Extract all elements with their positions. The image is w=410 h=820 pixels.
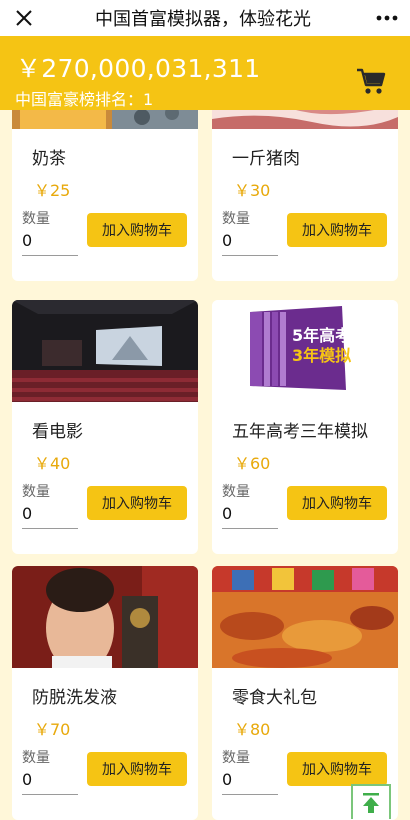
more-dots-icon[interactable] bbox=[368, 0, 406, 36]
product-card-snacks: 零食大礼包 ￥80 数量 加入购物车 bbox=[212, 566, 398, 820]
product-price: ￥60 bbox=[234, 454, 271, 473]
product-price: ￥80 bbox=[234, 720, 271, 739]
product-image-movie bbox=[12, 300, 198, 402]
cart-icon[interactable] bbox=[354, 66, 388, 96]
product-card-movie: 看电影 ￥40 数量 加入购物车 bbox=[12, 300, 198, 554]
product-name: 零食大礼包 bbox=[232, 688, 317, 708]
balance-header: ￥270,000,031,311 中国富豪榜排名：1 bbox=[0, 36, 410, 110]
quantity-input[interactable] bbox=[22, 764, 78, 795]
product-name: 看电影 bbox=[32, 422, 83, 442]
back-to-top-button[interactable] bbox=[351, 784, 391, 819]
quantity-input[interactable] bbox=[222, 764, 278, 795]
product-name: 五年高考三年模拟 bbox=[232, 422, 368, 442]
wealth-rank: 中国富豪榜排名：1 bbox=[15, 90, 154, 109]
add-to-cart-button[interactable]: 加入购物车 bbox=[87, 752, 187, 786]
product-card-shampoo: 防脱洗发液 ￥70 数量 加入购物车 bbox=[12, 566, 198, 820]
add-to-cart-button[interactable]: 加入购物车 bbox=[287, 752, 387, 786]
product-image-exam-book: 5年高考 3年模拟 bbox=[212, 300, 398, 402]
product-name: 防脱洗发液 bbox=[32, 688, 117, 708]
quantity-input[interactable] bbox=[22, 498, 78, 529]
page-title: 中国首富模拟器，体验花光 bbox=[95, 9, 311, 30]
quantity-input[interactable] bbox=[222, 498, 278, 529]
balance-amount: ￥270,000,031,311 bbox=[16, 54, 261, 83]
product-price: ￥70 bbox=[34, 720, 71, 739]
add-to-cart-button[interactable]: 加入购物车 bbox=[87, 213, 187, 247]
close-icon[interactable] bbox=[6, 0, 42, 36]
product-name: 一斤猪肉 bbox=[232, 149, 300, 169]
product-card-exam-book: 5年高考 3年模拟 五年高考三年模拟 ￥60 数量 加入购物车 bbox=[212, 300, 398, 554]
quantity-input[interactable] bbox=[22, 225, 78, 256]
quantity-input[interactable] bbox=[222, 225, 278, 256]
product-price: ￥40 bbox=[34, 454, 71, 473]
product-price: ￥30 bbox=[234, 181, 271, 200]
product-price: ￥25 bbox=[34, 181, 71, 200]
add-to-cart-button[interactable]: 加入购物车 bbox=[287, 213, 387, 247]
book-cover-text-2: 3年模拟 bbox=[292, 346, 352, 365]
add-to-cart-button[interactable]: 加入购物车 bbox=[87, 486, 187, 520]
product-grid: 奶茶 ￥25 数量 加入购物车 一斤猪肉 ￥30 数量 加入购物车 bbox=[0, 0, 410, 820]
product-image-shampoo bbox=[12, 566, 198, 668]
navigation-bar: 中国首富模拟器，体验花光 bbox=[0, 0, 410, 36]
product-name: 奶茶 bbox=[32, 149, 66, 169]
product-image-snacks bbox=[212, 566, 398, 668]
arrow-up-icon bbox=[363, 792, 379, 813]
add-to-cart-button[interactable]: 加入购物车 bbox=[287, 486, 387, 520]
